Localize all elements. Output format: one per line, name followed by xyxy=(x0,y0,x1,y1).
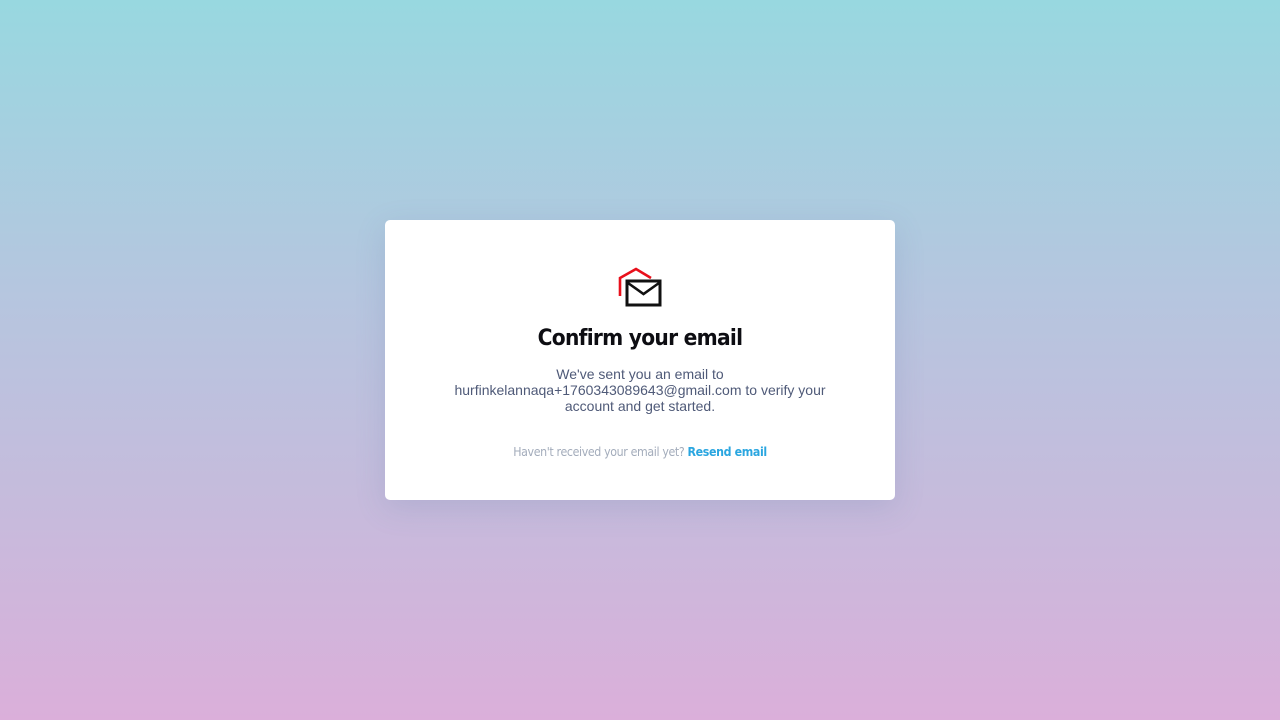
mail-house-logo-icon xyxy=(618,267,662,307)
email-address: hurfinkelannaqa+1760343089643@gmail.com xyxy=(454,382,742,398)
resend-prompt: Haven't received your email yet? xyxy=(513,445,685,459)
page-title: Confirm your email xyxy=(537,326,743,351)
resend-row: Haven't received your email yet? Resend … xyxy=(405,445,874,459)
message-prefix: We've sent you an email to xyxy=(556,366,724,382)
confirm-email-card: Confirm your email We've sent you an ema… xyxy=(385,220,895,500)
confirmation-message: We've sent you an email to hurfinkelanna… xyxy=(445,366,835,414)
resend-email-link[interactable]: Resend email xyxy=(688,445,768,459)
